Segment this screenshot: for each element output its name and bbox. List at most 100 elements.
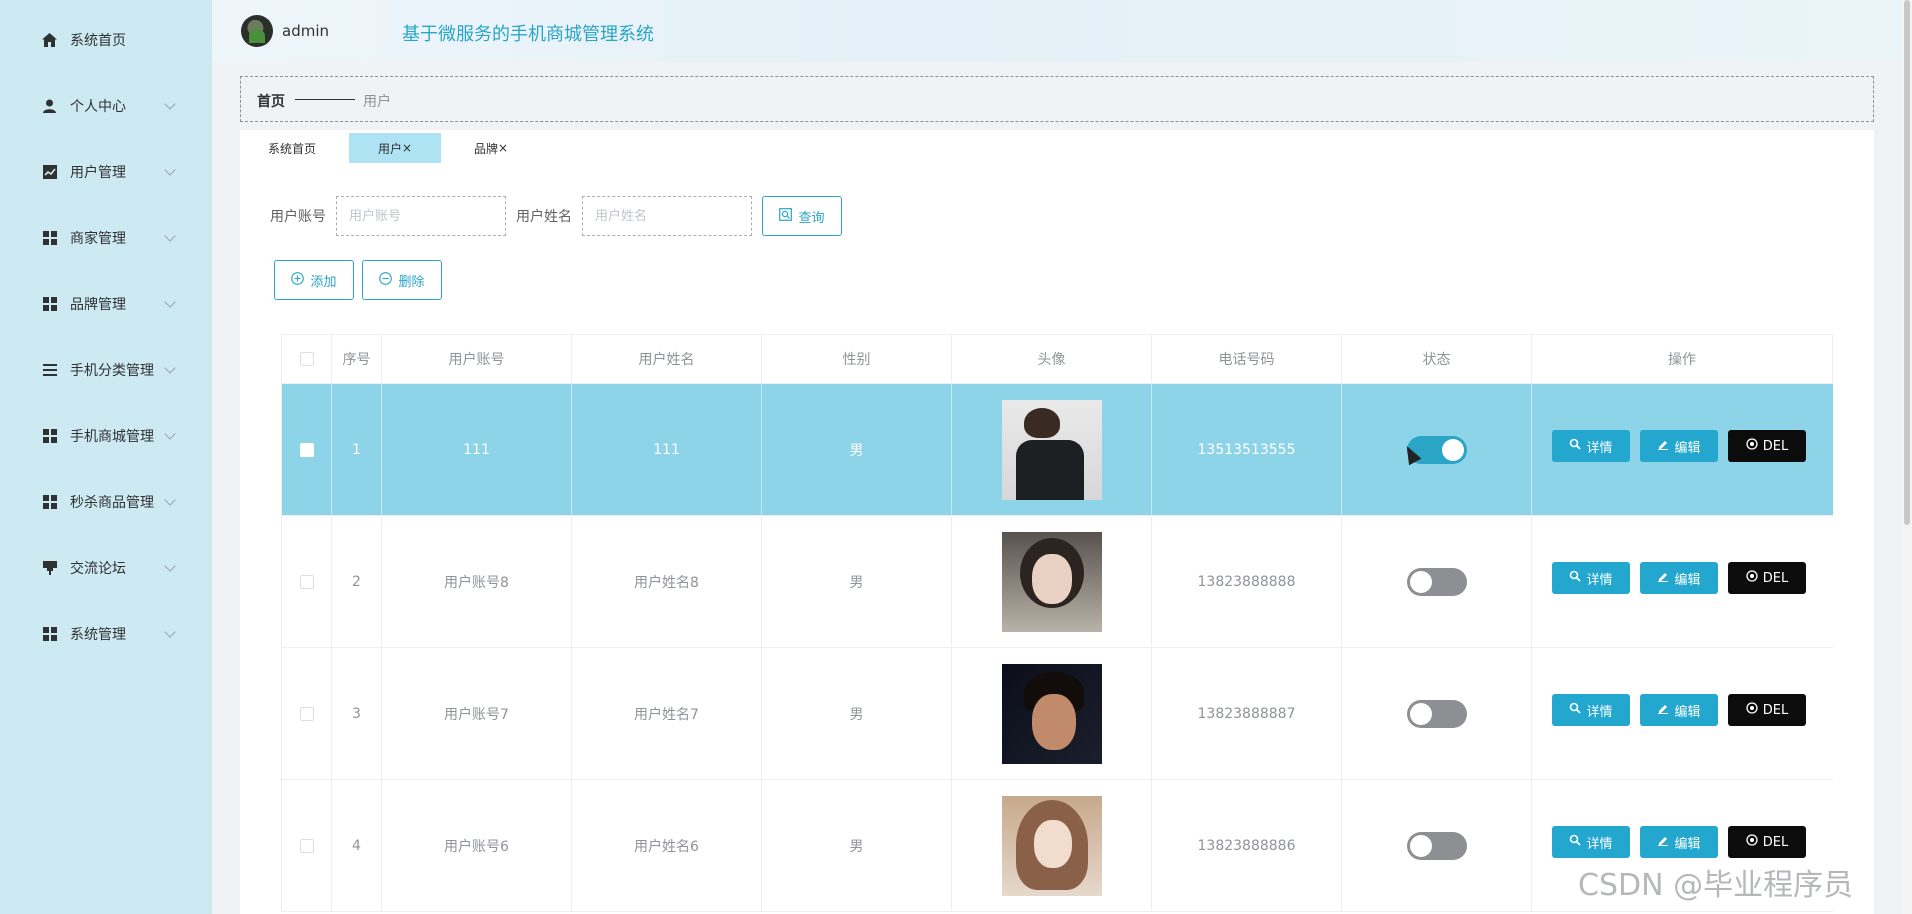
grid-icon (42, 429, 57, 444)
del-label: DEL (1762, 834, 1789, 850)
row-select[interactable] (282, 648, 332, 779)
edit-button[interactable]: 编辑 (1640, 430, 1718, 462)
account-search-input[interactable] (336, 196, 506, 236)
avatar-photo (1001, 663, 1102, 764)
breadcrumb-home[interactable]: 首页 (257, 91, 285, 111)
sidebar-item-system-management[interactable]: 系统管理 (0, 614, 212, 654)
sidebar-item-forum[interactable]: 交流论坛 (0, 548, 212, 588)
header-select-all[interactable] (282, 335, 332, 383)
header-cell: 状态 (1342, 335, 1532, 383)
checkbox[interactable] (299, 838, 314, 853)
status-toggle[interactable] (1406, 567, 1467, 596)
username[interactable]: admin (282, 22, 329, 40)
grid-icon (42, 495, 57, 510)
checkbox[interactable] (299, 706, 314, 721)
sidebar-item-user-management[interactable]: 用户管理 (0, 152, 212, 192)
close-icon[interactable]: × (498, 141, 508, 155)
tab-label: 品牌 (473, 141, 498, 156)
sidebar-item-label: 秒杀商品管理 (70, 495, 154, 511)
status-toggle[interactable] (1406, 699, 1467, 728)
edit-button[interactable]: 编辑 (1640, 694, 1718, 726)
row-phone: 13513513555 (1152, 384, 1342, 515)
del-button[interactable]: DEL (1728, 562, 1806, 594)
search-icon (779, 207, 793, 225)
close-icon[interactable]: × (402, 141, 412, 155)
row-name: 111 (572, 384, 762, 515)
tab-brand[interactable]: 品牌 × (460, 133, 522, 163)
search-icon (1569, 438, 1582, 454)
chevron-down-icon (164, 428, 176, 440)
scrollbar-thumb[interactable] (1904, 0, 1910, 525)
edit-label: 编辑 (1674, 704, 1701, 720)
delete-button[interactable]: 删除 (362, 260, 442, 300)
row-status-cell (1342, 648, 1532, 779)
row-phone: 13823888887 (1152, 648, 1342, 779)
detail-button[interactable]: 详情 (1552, 826, 1630, 858)
search-icon (1569, 702, 1582, 718)
edit-icon (1657, 570, 1669, 586)
header-cell: 电话号码 (1152, 335, 1342, 383)
row-select[interactable] (282, 516, 332, 647)
toggle-knob (1441, 438, 1464, 461)
minus-circle-icon (379, 271, 393, 289)
row-status-cell (1342, 780, 1532, 911)
sidebar-item-phone-mall-management[interactable]: 手机商城管理 (0, 416, 212, 456)
checkbox[interactable] (299, 352, 314, 366)
table-row[interactable]: 1 111 111 男 13513513555 详情 编辑 DEL (281, 384, 1833, 516)
row-select[interactable] (282, 780, 332, 911)
avatar[interactable] (241, 15, 273, 47)
row-select[interactable] (282, 384, 332, 515)
row-phone: 13823888888 (1152, 516, 1342, 647)
detail-button[interactable]: 详情 (1552, 562, 1630, 594)
header-cell: 头像 (952, 335, 1152, 383)
table-row[interactable]: 3 用户账号7 用户姓名7 男 13823888887 详情 编辑 DEL (281, 648, 1833, 780)
avatar-photo (1001, 531, 1102, 632)
toggle-knob (1409, 570, 1432, 593)
checkbox[interactable] (299, 574, 314, 589)
sidebar-item-home[interactable]: 系统首页 (0, 20, 212, 60)
detail-label: 详情 (1586, 836, 1613, 852)
table-header: 序号 用户账号 用户姓名 性别 头像 电话号码 状态 操作 (281, 334, 1833, 384)
toggle-knob (1409, 834, 1432, 857)
tab-user[interactable]: 用户 × (349, 133, 441, 163)
close-circle-icon (1746, 570, 1758, 586)
row-account: 用户账号8 (382, 516, 572, 647)
header-cell: 用户姓名 (572, 335, 762, 383)
row-avatar-cell (952, 516, 1152, 647)
detail-button[interactable]: 详情 (1552, 694, 1630, 726)
del-button[interactable]: DEL (1728, 430, 1806, 462)
checkbox[interactable] (299, 442, 314, 457)
sidebar-item-label: 个人中心 (70, 99, 126, 115)
detail-button[interactable]: 详情 (1552, 430, 1630, 462)
header-cell: 序号 (332, 335, 382, 383)
breadcrumb: 首页 用户 (240, 76, 1874, 122)
row-index: 1 (332, 384, 382, 515)
row-gender: 男 (762, 648, 952, 779)
sidebar-item-merchant-management[interactable]: 商家管理 (0, 218, 212, 258)
sidebar-item-flash-sale-management[interactable]: 秒杀商品管理 (0, 482, 212, 522)
del-label: DEL (1762, 570, 1789, 586)
edit-icon (1657, 438, 1669, 454)
del-label: DEL (1762, 438, 1789, 454)
add-button[interactable]: 添加 (274, 260, 354, 300)
sidebar-item-phone-category-management[interactable]: 手机分类管理 (0, 350, 212, 390)
name-search-input[interactable] (582, 196, 752, 236)
row-gender: 男 (762, 780, 952, 911)
table-row[interactable]: 2 用户账号8 用户姓名8 男 13823888888 详情 编辑 DEL (281, 516, 1833, 648)
watermark: CSDN @毕业程序员 (1578, 868, 1854, 903)
tab-home[interactable]: 系统首页 (254, 133, 330, 163)
plus-circle-icon (291, 271, 305, 289)
del-button[interactable]: DEL (1728, 694, 1806, 726)
status-toggle[interactable] (1406, 831, 1467, 860)
edit-button[interactable]: 编辑 (1640, 826, 1718, 858)
sidebar-item-personal-center[interactable]: 个人中心 (0, 86, 212, 126)
edit-button[interactable]: 编辑 (1640, 562, 1718, 594)
chart-icon (42, 165, 57, 180)
search-icon (1569, 570, 1582, 586)
flag-icon (42, 561, 57, 576)
del-button[interactable]: DEL (1728, 826, 1806, 858)
sidebar-item-brand-management[interactable]: 品牌管理 (0, 284, 212, 324)
top-header: admin 基于微服务的手机商城管理系统 (212, 0, 1912, 62)
query-button[interactable]: 查询 (762, 196, 842, 236)
chevron-down-icon (164, 494, 176, 506)
